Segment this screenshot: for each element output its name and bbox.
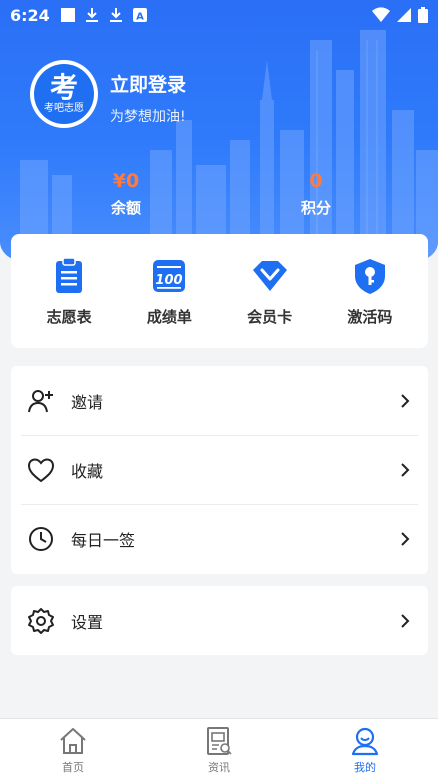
avatar-logo-caption: 考吧志愿 (44, 103, 84, 114)
menu-item-settings[interactable]: 设置 (11, 586, 428, 655)
diamond-icon (252, 260, 287, 291)
svg-text:100: 100 (156, 273, 183, 288)
quick-action-label: 成绩单 (146, 307, 192, 326)
add-user-icon (27, 387, 55, 415)
key-shield-icon (354, 258, 385, 294)
clock-icon (27, 525, 55, 553)
chevron-right-icon (401, 393, 410, 408)
balance-label: 余额 (110, 199, 141, 217)
quick-action-volunteer-form[interactable]: 志愿表 (24, 256, 114, 327)
chevron-right-icon (401, 531, 410, 546)
nav-label: 我的 (354, 761, 376, 774)
wifi-icon (372, 7, 390, 23)
quick-action-label: 会员卡 (247, 307, 293, 326)
nav-label: 首页 (62, 761, 84, 774)
status-time: 6:24 (10, 5, 50, 25)
nav-label: 资讯 (208, 761, 230, 774)
avatar-logo: 考 考吧志愿 (34, 64, 94, 124)
profile-icon (351, 727, 379, 756)
quick-action-member-card[interactable]: 会员卡 (225, 256, 315, 327)
score-100-icon: 100 (153, 259, 186, 292)
news-icon (207, 727, 232, 755)
download-icon (85, 8, 98, 22)
points-stat[interactable]: 0 积分 (290, 170, 342, 218)
header-background (0, 0, 438, 262)
quick-action-activation-code[interactable]: 激活码 (325, 256, 415, 327)
menu-item-label: 设置 (71, 612, 104, 632)
menu-item-label: 收藏 (71, 461, 104, 481)
clipboard-icon (56, 256, 83, 293)
points-label: 积分 (300, 199, 331, 217)
nav-news[interactable]: 资讯 (146, 719, 292, 780)
login-link[interactable]: 立即登录 (110, 70, 186, 97)
notification-square-icon (60, 8, 75, 22)
home-icon (60, 728, 86, 754)
menu-item-label: 每日一签 (71, 530, 136, 550)
quick-actions-card: 志愿表 100 成绩单 会员卡 激活码 (11, 234, 428, 348)
nav-home[interactable]: 首页 (0, 719, 146, 780)
download-icon (109, 8, 122, 22)
balance-value: ¥0 (112, 170, 140, 192)
quick-action-label: 激活码 (347, 307, 393, 326)
bottom-nav: 首页 资讯 我的 (0, 718, 438, 780)
menu-item-invite[interactable]: 邀请 (11, 366, 428, 435)
a-badge-icon: A (132, 8, 147, 23)
menu-item-daily-checkin[interactable]: 每日一签 (11, 504, 428, 573)
settings-card: 设置 (11, 586, 428, 655)
balance-stat[interactable]: ¥0 余额 (100, 170, 152, 218)
avatar[interactable]: 考 考吧志愿 (30, 60, 98, 128)
battery-icon (418, 7, 428, 23)
avatar-logo-char: 考 (49, 71, 78, 104)
menu-list: 邀请 收藏 每日一签 (11, 366, 428, 574)
chevron-right-icon (401, 462, 410, 477)
city-skyline-illustration (20, 30, 438, 262)
login-subtitle: 为梦想加油! (110, 109, 186, 125)
points-value: 0 (309, 170, 323, 192)
signal-icon (397, 8, 411, 22)
quick-action-transcript[interactable]: 100 成绩单 (124, 256, 214, 327)
nav-profile[interactable]: 我的 (292, 719, 438, 780)
svg-text:A: A (136, 12, 144, 23)
status-bar: 6:24 A (0, 0, 438, 30)
menu-item-label: 邀请 (71, 392, 104, 412)
menu-item-favorites[interactable]: 收藏 (11, 435, 428, 504)
gear-icon (27, 607, 55, 635)
heart-icon (27, 456, 55, 484)
chevron-right-icon (401, 613, 410, 628)
quick-action-label: 志愿表 (46, 307, 92, 326)
